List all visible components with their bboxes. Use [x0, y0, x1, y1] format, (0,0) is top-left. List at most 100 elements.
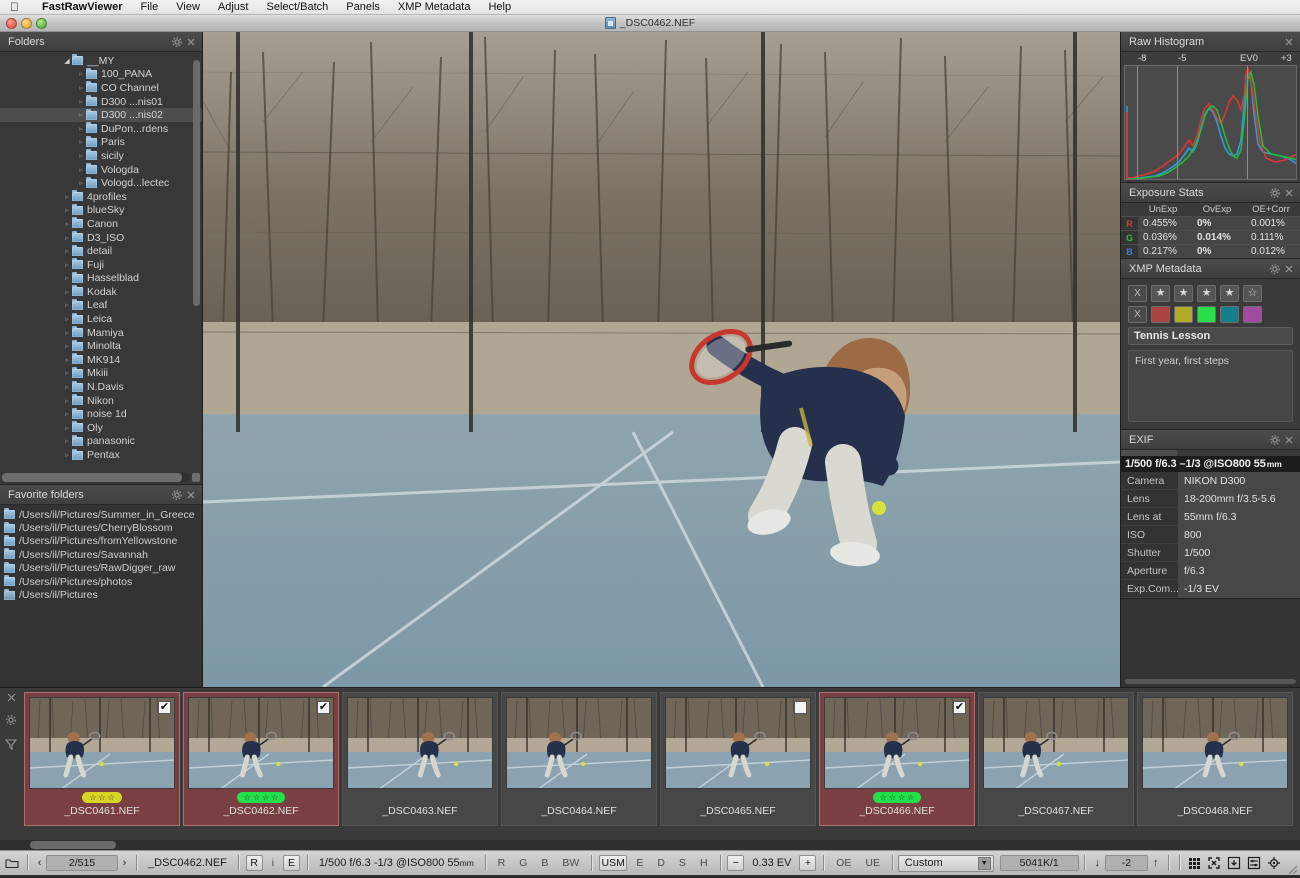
disclosure-triangle-icon[interactable]: ▹: [62, 315, 72, 323]
right-hscrollbar[interactable]: [1125, 679, 1296, 684]
gear-icon[interactable]: [170, 35, 184, 49]
favorite-folder-item[interactable]: /Users/il/Pictures/Savannah: [4, 548, 202, 561]
folder-tree-item[interactable]: ▹ CO Channel: [0, 81, 202, 95]
grid-icon[interactable]: [1188, 855, 1201, 871]
folder-tree-item[interactable]: ▹ D3_ISO: [0, 231, 202, 245]
folder-tree-hscrollbar[interactable]: [2, 473, 190, 482]
gear-icon[interactable]: [1268, 433, 1282, 447]
folder-tree-item[interactable]: ▹ Canon: [0, 217, 202, 231]
folder-tree-item[interactable]: ▹ Pentax: [0, 448, 202, 462]
folder-tree-item[interactable]: ▹ MK914: [0, 353, 202, 367]
gear-icon[interactable]: [1268, 186, 1282, 200]
disclosure-triangle-icon[interactable]: ▹: [76, 179, 86, 187]
mode-button-e[interactable]: E: [283, 855, 301, 871]
folder-tree-item[interactable]: ▹ detail: [0, 244, 202, 258]
color-label-button-3[interactable]: [1197, 306, 1216, 323]
target-icon[interactable]: [1267, 855, 1281, 871]
underexposure-button[interactable]: UE: [860, 857, 885, 869]
close-icon[interactable]: [1282, 262, 1296, 276]
xmp-description-field[interactable]: First year, first steps: [1128, 350, 1293, 422]
menu-item-file[interactable]: File: [132, 1, 168, 13]
gear-icon[interactable]: [1268, 262, 1282, 276]
disclosure-triangle-icon[interactable]: ▹: [62, 383, 72, 391]
filter-icon[interactable]: [4, 737, 18, 754]
thumbnail-checkbox[interactable]: ✔: [158, 701, 171, 714]
clear-color-button[interactable]: X: [1128, 306, 1147, 323]
reject-button[interactable]: X: [1128, 285, 1147, 302]
menu-item-app[interactable]: FastRawViewer: [33, 1, 132, 13]
disclosure-triangle-icon[interactable]: ▹: [62, 234, 72, 242]
thumbnail-rating[interactable]: ☆ ☆ ☆: [82, 792, 122, 803]
disclosure-triangle-icon[interactable]: ◢: [62, 57, 72, 65]
channel-button-g[interactable]: G: [514, 857, 532, 869]
filmstrip-hscrollbar[interactable]: [0, 840, 1300, 850]
sharpen-button-d[interactable]: D: [652, 857, 670, 869]
star-rating-button-4[interactable]: ★: [1220, 285, 1239, 302]
window-resize-grip[interactable]: [1286, 863, 1298, 875]
gear-icon[interactable]: [4, 713, 18, 730]
folder-tree-item[interactable]: ▹ 100_PANA: [0, 67, 202, 82]
folder-tree-item[interactable]: ▹ Mamiya: [0, 326, 202, 340]
menu-item-select-batch[interactable]: Select/Batch: [257, 1, 337, 13]
thumbnail-checkbox[interactable]: ✔: [953, 701, 966, 714]
folder-tree-item[interactable]: ▹ Kodak: [0, 285, 202, 299]
folder-tree-vscrollbar[interactable]: [193, 54, 200, 470]
favorite-folder-item[interactable]: /Users/il/Pictures/CherryBlossom: [4, 521, 202, 534]
folder-tree-scroll-area[interactable]: ◢ __MY ▹ 100_PANA ▹ CO Channel ▹ D300 ...nis01 ▹…: [0, 52, 202, 484]
color-label-button-4[interactable]: [1220, 306, 1239, 323]
folder-tree-item[interactable]: ▹ Leaf: [0, 298, 202, 313]
disclosure-triangle-icon[interactable]: ▹: [62, 206, 72, 214]
window-minimize-button[interactable]: [21, 18, 32, 29]
sharpen-button-h[interactable]: H: [695, 857, 713, 869]
disclosure-triangle-icon[interactable]: ▹: [62, 329, 72, 337]
filmstrip-thumbnail[interactable]: ✔ ☆ ☆ ☆ ☆ _DSC0466.NEF: [819, 692, 975, 826]
disclosure-triangle-icon[interactable]: ▹: [76, 152, 86, 160]
folder-tree-item[interactable]: ▹ DuPon...rdens: [0, 122, 202, 136]
star-rating-button-2[interactable]: ★: [1174, 285, 1193, 302]
close-icon[interactable]: [1282, 433, 1296, 447]
exposure-decrease-button[interactable]: −: [727, 855, 745, 871]
folder-tree-item[interactable]: ▹ panasonic: [0, 434, 202, 449]
disclosure-triangle-icon[interactable]: ▹: [76, 70, 86, 78]
thumbnail-rating[interactable]: ☆ ☆ ☆ ☆: [236, 792, 286, 803]
disclosure-triangle-icon[interactable]: ▹: [62, 397, 72, 405]
sharpen-button-e[interactable]: E: [631, 857, 648, 869]
folder-tree-item[interactable]: ▹ Vologda: [0, 163, 202, 177]
mode-button-r[interactable]: R: [245, 855, 263, 871]
histogram-body[interactable]: -8 -5 EV0 +3: [1121, 52, 1300, 182]
close-icon[interactable]: [184, 35, 198, 49]
filmstrip-thumbnail[interactable]: ✔ ☆ ☆ ☆ _DSC0461.NEF: [24, 692, 180, 826]
close-icon[interactable]: [1282, 186, 1296, 200]
disclosure-triangle-icon[interactable]: ▹: [62, 410, 72, 418]
disclosure-triangle-icon[interactable]: ▹: [62, 301, 72, 309]
channel-button-bw[interactable]: BW: [557, 857, 584, 869]
color-label-button-2[interactable]: [1174, 306, 1193, 323]
filmstrip-thumbnail[interactable]: _DSC0468.NEF: [1137, 692, 1293, 826]
disclosure-triangle-icon[interactable]: ▹: [62, 274, 72, 282]
folder-icon[interactable]: [5, 855, 19, 871]
filmstrip-thumbnails[interactable]: ✔ ☆ ☆ ☆ _DSC0461.NEF ✔ ☆ ☆ ☆ ☆ _DSC0462.NEF _DSC046…: [22, 688, 1300, 840]
exposure-increase-button[interactable]: +: [799, 855, 817, 871]
folder-tree-item[interactable]: ▹ noise 1d: [0, 407, 202, 421]
folder-tree-item[interactable]: ▹ Vologd...lectec: [0, 176, 202, 190]
mode-button-i[interactable]: i: [267, 857, 279, 869]
gear-icon[interactable]: [170, 488, 184, 502]
folder-tree-item[interactable]: ▹ Minolta: [0, 339, 202, 353]
folder-tree-item[interactable]: ▹ Nikon: [0, 394, 202, 408]
folder-tree-item[interactable]: ▹ Hasselblad: [0, 271, 202, 286]
disclosure-triangle-icon[interactable]: ▹: [62, 288, 72, 296]
disclosure-triangle-icon[interactable]: ▹: [62, 437, 72, 445]
folder-tree-item[interactable]: ▹ Oly: [0, 421, 202, 435]
disclosure-triangle-icon[interactable]: ▹: [76, 166, 86, 174]
apple-logo-icon[interactable]: : [10, 1, 19, 13]
menu-item-help[interactable]: Help: [479, 1, 520, 13]
disclosure-triangle-icon[interactable]: ▹: [76, 138, 86, 146]
filmstrip-thumbnail[interactable]: _DSC0463.NEF: [342, 692, 498, 826]
disclosure-triangle-icon[interactable]: ▹: [62, 424, 72, 432]
filmstrip-thumbnail[interactable]: _DSC0465.NEF: [660, 692, 816, 826]
thumbnail-checkbox[interactable]: [794, 701, 807, 714]
favorite-folder-item[interactable]: /Users/il/Pictures/photos: [4, 575, 202, 588]
color-label-button-1[interactable]: [1151, 306, 1170, 323]
menu-item-view[interactable]: View: [167, 1, 209, 13]
favorite-folder-item[interactable]: /Users/il/Pictures/RawDigger_raw: [4, 561, 202, 575]
